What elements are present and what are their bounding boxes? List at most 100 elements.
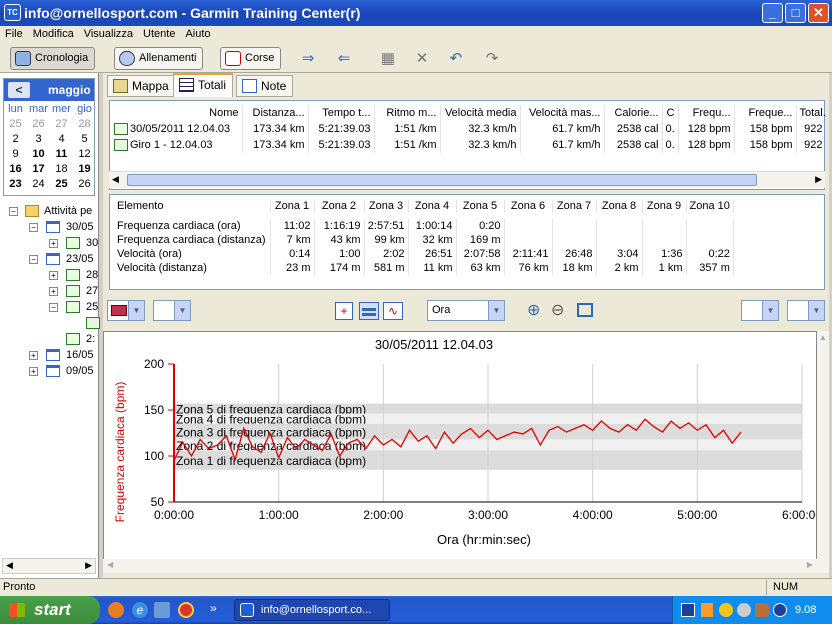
menu-modifica[interactable]: Modifica — [28, 26, 79, 42]
delete-icon[interactable]: ✕ — [408, 49, 436, 69]
column-header[interactable]: Nome — [114, 105, 243, 121]
calendar-day[interactable]: 24 — [27, 178, 50, 190]
table-row: Velocità (ora) 0:14 1:00 2:02 26:51 2:07:58 2:… — [114, 247, 734, 261]
calendar-day[interactable]: 11 — [50, 148, 73, 160]
chevron-down-icon[interactable]: ▼ — [174, 301, 190, 320]
column-header[interactable]: Distanza... — [242, 105, 309, 121]
calendar-day[interactable]: 2 — [4, 133, 27, 145]
column-header[interactable]: Frequ... — [678, 105, 735, 121]
calendar-day[interactable]: 16 — [4, 163, 27, 175]
scroll-right-icon[interactable]: ▶ — [815, 174, 822, 185]
receive-from-device-icon[interactable]: ⇐ — [330, 49, 358, 69]
cell: 0. — [662, 137, 679, 153]
column-header[interactable]: Velocità mas... — [520, 105, 605, 121]
option-dropdown[interactable]: ▼ — [741, 300, 779, 321]
calendar-week: 16 17 18 19 — [4, 163, 96, 178]
minimize-button[interactable]: _ — [762, 3, 783, 23]
calendar-day[interactable]: 4 — [50, 133, 73, 145]
calendar-icon — [46, 349, 60, 361]
calendar-day[interactable]: 26 — [73, 178, 96, 190]
calendar-day[interactable]: 10 — [27, 148, 50, 160]
column-header[interactable]: Calorie... — [604, 105, 663, 121]
menu-utente[interactable]: Utente — [138, 26, 180, 42]
volume-icon[interactable] — [701, 603, 713, 617]
table-row[interactable]: 30/05/2011 12.04.03 173.34 km 5:21:39.03 1:… — [114, 121, 827, 137]
scroll-left-icon[interactable]: ◀ — [112, 174, 119, 185]
line-style-dropdown[interactable]: ▼ — [153, 300, 191, 321]
taskbar-window-button[interactable]: info@ornellosport.co... — [234, 599, 390, 621]
column-header: Zona 10 — [686, 199, 734, 213]
line-graph-icon[interactable]: ∿ — [383, 302, 403, 320]
column-header[interactable]: Tempo t... — [308, 105, 375, 121]
column-header[interactable]: C — [662, 105, 679, 121]
column-header[interactable]: Ritmo m... — [374, 105, 441, 121]
tray-icon[interactable] — [737, 603, 751, 617]
menu-visualizza[interactable]: Visualizza — [79, 26, 138, 42]
scroll-thumb[interactable] — [127, 174, 757, 186]
tab-totali[interactable]: Totali — [173, 73, 234, 97]
cronologia-button[interactable]: Cronologia — [10, 47, 96, 70]
cell: 1:16:19 — [314, 219, 365, 233]
menu-aiuto[interactable]: Aiuto — [180, 26, 215, 42]
chevron-down-icon[interactable]: ▼ — [488, 301, 504, 320]
send-to-device-icon[interactable]: ⇒ — [294, 49, 322, 69]
maximize-button[interactable]: □ — [785, 3, 806, 23]
column-header[interactable]: Total. — [796, 105, 827, 121]
tray-icon[interactable] — [755, 603, 769, 617]
zoom-fit-icon[interactable] — [577, 303, 593, 317]
chart-vscrollbar[interactable]: ▲ — [817, 331, 829, 561]
prev-month-button[interactable]: < — [8, 82, 30, 98]
tab-note[interactable]: Note — [236, 75, 294, 97]
zoom-in-icon[interactable]: ⊕ — [527, 300, 540, 320]
column-header: Zona 8 — [596, 199, 643, 213]
tab-mappa[interactable]: Mappa — [107, 75, 176, 97]
allenamenti-button[interactable]: Allenamenti — [114, 47, 204, 70]
zoom-out-icon[interactable]: ⊖ — [551, 300, 564, 320]
table-row[interactable]: Giro 1 - 12.04.03 173.34 km 5:21:39.03 1:51… — [114, 137, 827, 153]
cell: 23 m — [270, 261, 315, 275]
chart-hscrollbar[interactable]: ◀ ▶ — [103, 559, 829, 573]
column-header[interactable]: Velocità media — [440, 105, 521, 121]
quicklaunch-expand-icon[interactable]: » — [210, 601, 217, 615]
calendar-day[interactable]: 25 — [4, 118, 27, 130]
calendar-day[interactable]: 3 — [27, 133, 50, 145]
ie-icon[interactable]: e — [132, 602, 148, 618]
zones-toggle-icon[interactable] — [359, 302, 379, 320]
tray-app-icon[interactable] — [681, 603, 695, 617]
calendar-day[interactable]: 5 — [73, 133, 96, 145]
firefox-icon[interactable] — [108, 602, 124, 618]
calendar-day[interactable]: 28 — [73, 118, 96, 130]
quicklaunch-icon[interactable] — [154, 602, 170, 618]
left-hscrollbar[interactable]: ◀ ▶ — [2, 558, 96, 574]
calendar-day[interactable]: 19 — [73, 163, 96, 175]
undo-icon[interactable]: ↶ — [442, 49, 470, 69]
color-dropdown[interactable]: ▼ — [107, 300, 145, 321]
messenger-icon[interactable] — [719, 603, 733, 617]
table-hscrollbar[interactable]: ◀ ▶ — [109, 171, 825, 188]
corse-button[interactable]: Corse — [220, 47, 282, 70]
close-button[interactable]: ✕ — [808, 3, 829, 23]
option-dropdown[interactable]: ▼ — [787, 300, 825, 321]
calendar-day[interactable]: 26 — [27, 118, 50, 130]
chevron-down-icon[interactable]: ▼ — [128, 301, 144, 320]
crosshair-icon[interactable]: + — [335, 302, 353, 320]
import-icon[interactable]: ▦ — [374, 49, 402, 69]
column-header[interactable]: Freque... — [734, 105, 797, 121]
redo-icon[interactable]: ↷ — [478, 49, 506, 69]
calendar-day[interactable]: 9 — [4, 148, 27, 160]
chrome-icon[interactable] — [178, 602, 194, 618]
calendar-day[interactable]: 17 — [27, 163, 50, 175]
heart-rate-chart[interactable]: 30/05/2011 12.04.03 Zona 5 di frequenza … — [103, 331, 822, 561]
tree-item-label: 25 — [86, 301, 99, 313]
calendar-day[interactable]: 25 — [50, 178, 73, 190]
calendar-day[interactable]: 23 — [4, 178, 27, 190]
calendar-day[interactable]: 27 — [50, 118, 73, 130]
tray-icon[interactable] — [773, 603, 787, 617]
calendar-day[interactable]: 18 — [50, 163, 73, 175]
chevron-down-icon[interactable]: ▼ — [762, 301, 778, 320]
calendar-day[interactable]: 12 — [73, 148, 96, 160]
xaxis-select[interactable]: Ora ▼ — [427, 300, 505, 321]
chevron-down-icon[interactable]: ▼ — [808, 301, 824, 320]
start-button[interactable]: start — [0, 596, 100, 624]
menu-file[interactable]: File — [0, 26, 28, 42]
